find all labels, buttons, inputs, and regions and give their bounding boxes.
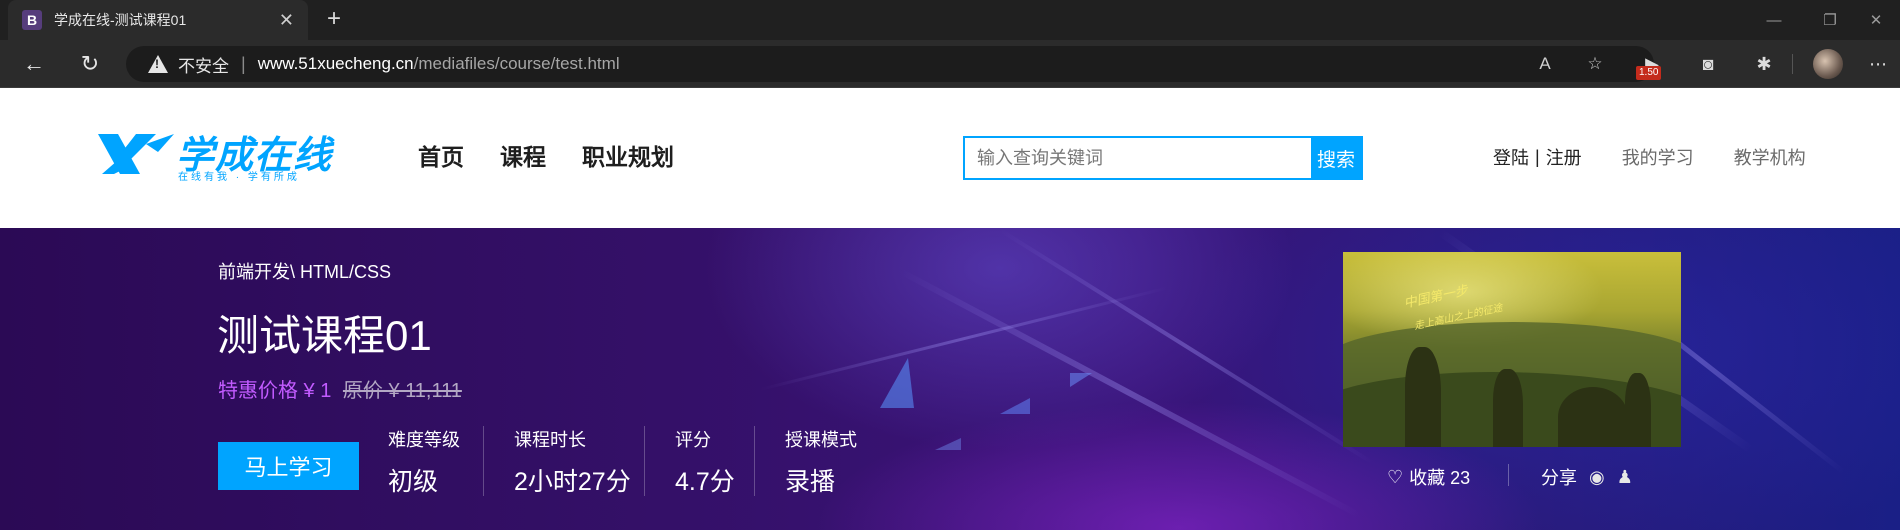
browser-tab[interactable]: B 学成在线-测试课程01 ✕: [8, 0, 308, 40]
search-box: 搜索: [963, 136, 1363, 180]
bootstrap-favicon-icon: B: [22, 10, 42, 30]
security-label[interactable]: 不安全: [178, 52, 229, 77]
my-learning-link[interactable]: 我的学习: [1622, 144, 1694, 170]
stat-label: 评分: [675, 430, 711, 450]
course-thumbnail[interactable]: 中国第一步 走上高山之上的征途: [1343, 252, 1681, 447]
original-price: 原价 ¥ 11,111: [342, 380, 462, 402]
stat-label: 课程时长: [514, 430, 586, 450]
address-bar[interactable]: 不安全 | www.51xuecheng.cn/mediafiles/cours…: [126, 46, 1654, 82]
browser-tab-bar: B 学成在线-测试课程01 ✕ + — ❐ ✕: [0, 0, 1900, 40]
tab-title: 学成在线-测试课程01: [54, 12, 187, 28]
qq-icon[interactable]: ♟: [1617, 467, 1633, 488]
breadcrumb[interactable]: 前端开发\ HTML/CSS: [218, 258, 391, 284]
minimize-icon[interactable]: —: [1746, 0, 1802, 40]
stat-label: 授课模式: [785, 430, 857, 450]
stat-rating: 评分 4.7分: [675, 426, 735, 498]
stat-difficulty: 难度等级 初级: [388, 426, 460, 498]
banner-shard: [1070, 373, 1092, 387]
course-title: 测试课程01: [217, 312, 432, 359]
extension-badge: 1.50: [1636, 66, 1662, 80]
site-header: 学成在线 在线有我 · 学有所成 首页 课程 职业规划 搜索 登陆 | 注册 我…: [0, 88, 1900, 228]
stat-value: 初级: [388, 468, 439, 496]
banner-shard: [880, 358, 914, 408]
stat-value: 2小时27分: [514, 468, 631, 496]
more-menu-icon[interactable]: ⋯: [1866, 52, 1890, 76]
banner-light-streak: [998, 228, 1375, 465]
user-links: 登陆 | 注册 我的学习 教学机构: [1493, 144, 1806, 170]
close-tab-icon[interactable]: ✕: [279, 10, 294, 31]
stat-duration: 课程时长 2小时27分: [514, 426, 631, 498]
logo-x-icon: [98, 134, 174, 174]
wechat-icon[interactable]: ◉: [1589, 467, 1605, 488]
heart-icon: ♡: [1387, 466, 1404, 487]
reading-glasses-extension-icon[interactable]: ◙: [1696, 52, 1720, 76]
restore-icon[interactable]: ❐: [1802, 0, 1858, 40]
url-path[interactable]: /mediafiles/course/test.html: [414, 54, 620, 74]
login-link[interactable]: 登陆: [1493, 144, 1529, 170]
favorite-button[interactable]: ♡ 收藏 23: [1387, 464, 1470, 490]
nav-career-planning[interactable]: 职业规划: [582, 138, 674, 172]
course-banner: 前端开发\ HTML/CSS 测试课程01 特惠价格 ¥ 1 原价 ¥ 11,1…: [0, 228, 1900, 530]
start-learning-button[interactable]: 马上学习: [218, 442, 359, 490]
institutions-link[interactable]: 教学机构: [1734, 144, 1806, 170]
stat-value: 录播: [785, 468, 836, 496]
read-aloud-icon[interactable]: A: [1534, 53, 1556, 75]
stat-divider: [754, 426, 755, 496]
banner-light-streak: [898, 268, 1361, 518]
nav-courses[interactable]: 课程: [500, 138, 546, 172]
stat-teaching-mode: 授课模式 录播: [785, 426, 857, 498]
discount-price: 特惠价格 ¥ 1: [218, 380, 332, 402]
warning-icon[interactable]: [148, 55, 168, 73]
share-group: 分享 ◉ ♟: [1541, 464, 1633, 490]
search-input[interactable]: [965, 138, 1311, 178]
banner-shard: [1000, 398, 1030, 414]
search-button[interactable]: 搜索: [1311, 138, 1361, 178]
logo-slogan: 在线有我 · 学有所成: [178, 172, 300, 183]
main-nav: 首页 课程 职业规划: [418, 138, 674, 172]
site-logo[interactable]: 学成在线 在线有我 · 学有所成: [96, 124, 342, 184]
stat-divider: [483, 426, 484, 496]
register-link[interactable]: 注册: [1546, 144, 1582, 170]
login-register-separator: |: [1535, 146, 1540, 167]
favorite-share-divider: [1508, 464, 1509, 486]
back-icon[interactable]: ←: [18, 48, 50, 80]
new-tab-icon[interactable]: +: [320, 6, 348, 34]
url-separator: |: [241, 53, 246, 74]
share-label: 分享: [1541, 468, 1577, 488]
profile-avatar[interactable]: [1813, 49, 1843, 79]
favorite-label: 收藏 23: [1409, 468, 1471, 488]
refresh-icon[interactable]: ↻: [74, 48, 106, 80]
url-host[interactable]: www.51xuecheng.cn: [258, 54, 414, 74]
banner-shard: [935, 438, 961, 450]
browser-toolbar: ← ↻ 不安全 | www.51xuecheng.cn/mediafiles/c…: [0, 40, 1900, 88]
close-window-icon[interactable]: ✕: [1852, 0, 1900, 40]
extensions-puzzle-icon[interactable]: ✱: [1752, 52, 1776, 76]
stat-divider: [644, 426, 645, 496]
nav-home[interactable]: 首页: [418, 138, 464, 172]
stat-value: 4.7分: [675, 468, 735, 496]
stat-label: 难度等级: [388, 430, 460, 450]
price-row: 特惠价格 ¥ 1 原价 ¥ 11,111: [218, 374, 462, 403]
toolbar-divider: [1792, 54, 1793, 74]
add-favorite-icon[interactable]: ☆: [1584, 53, 1606, 75]
